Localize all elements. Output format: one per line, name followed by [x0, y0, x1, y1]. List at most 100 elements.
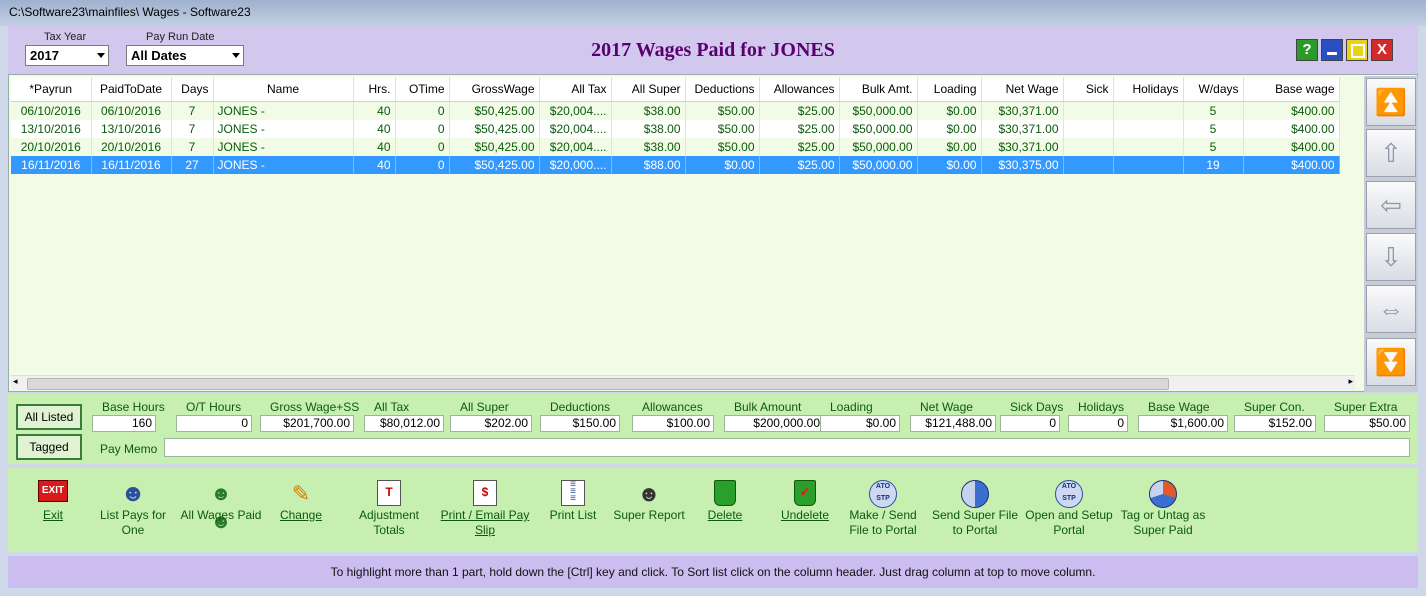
down-icon[interactable]: ⇩	[1366, 233, 1416, 281]
table-cell: $400.00	[1243, 156, 1340, 174]
column-header[interactable]: Sick	[1063, 77, 1114, 102]
column-header[interactable]: All Tax	[539, 77, 612, 102]
total-label: Super Extra	[1334, 400, 1398, 414]
bottom-icon[interactable]: ⏬	[1366, 338, 1416, 386]
ato-setup-button[interactable]: ATO STP Open and Setup Portal	[1024, 468, 1114, 552]
table-cell: $25.00	[759, 138, 840, 156]
horizontal-scrollbar[interactable]: ◂ ▸	[11, 375, 1355, 390]
table-cell: $400.00	[1243, 138, 1340, 156]
toolbar-label: Undelete	[780, 508, 830, 522]
column-header[interactable]: GrossWage	[449, 77, 540, 102]
column-header[interactable]: All Super	[611, 77, 686, 102]
table-cell: $50,425.00	[449, 101, 540, 120]
table-cell: $400.00	[1243, 101, 1340, 120]
wages-grid: *Payrun PaidToDate Days Name Hrs. OTime GrossW…	[8, 74, 1418, 392]
table-cell: $38.00	[611, 101, 686, 120]
column-header[interactable]: OTime	[395, 77, 450, 102]
toolbar-label: Tag or Untag as Super Paid	[1120, 508, 1206, 537]
print-list-icon: ≡ ≡ ≡	[558, 480, 588, 508]
toolbar-label: All Wages Paid	[180, 508, 262, 522]
close-button[interactable]: X	[1371, 39, 1393, 61]
person-icon: ☻	[120, 480, 146, 507]
header-bar: Tax Year 2017 Pay Run Date All Dates 201…	[8, 26, 1418, 74]
total-value: 0	[1000, 415, 1060, 432]
column-header[interactable]: Loading	[917, 77, 982, 102]
tagged-button[interactable]: Tagged	[16, 434, 82, 460]
table-cell: $50,000.00	[839, 120, 918, 138]
super-portal-button[interactable]: Send Super File to Portal	[930, 468, 1020, 552]
table-cell: JONES -	[213, 101, 354, 120]
total-value: 0	[1068, 415, 1128, 432]
table-cell: JONES -	[213, 156, 354, 174]
table-row[interactable]: 16/11/2016 16/11/2016 27 JONES -40 0 $50,425.…	[11, 156, 1340, 174]
action-toolbar: EXIT Exit ☻ List Pays for One ☻☻ All Wages Pa…	[8, 468, 1418, 552]
table-cell	[1063, 138, 1114, 156]
table-cell: $38.00	[611, 138, 686, 156]
column-header[interactable]: Allowances	[759, 77, 840, 102]
scroll-left-icon[interactable]: ◂	[13, 376, 18, 387]
column-header[interactable]: Deductions	[685, 77, 760, 102]
minimize-button[interactable]	[1321, 39, 1343, 61]
pencil-button[interactable]: ✎ Change	[256, 468, 346, 552]
table-cell	[1063, 156, 1114, 174]
total-value: $50.00	[1324, 415, 1410, 432]
total-value: $80,012.00	[364, 415, 444, 432]
column-header[interactable]: Net Wage	[981, 77, 1064, 102]
left-right-icon[interactable]: ⇔	[1366, 285, 1416, 333]
column-header[interactable]: Base wage	[1243, 77, 1340, 102]
column-header[interactable]: W/days	[1183, 77, 1244, 102]
people-button[interactable]: ☻☻ All Wages Paid	[176, 468, 266, 552]
column-header[interactable]: Days	[171, 77, 214, 102]
scroll-right-icon[interactable]: ▸	[1348, 376, 1353, 387]
table-cell: $25.00	[759, 101, 840, 120]
total-label: Holidays	[1078, 400, 1125, 414]
table-cell: $50,425.00	[449, 156, 540, 174]
toolbar-label: Adjustment Totals	[358, 508, 420, 537]
table-cell	[1063, 101, 1114, 120]
report-icon: ☻	[637, 481, 661, 506]
total-value: $1,600.00	[1138, 415, 1228, 432]
table-cell: $50,425.00	[449, 120, 540, 138]
help-button[interactable]: ?	[1296, 39, 1318, 61]
table-cell: 27	[171, 156, 214, 174]
table-cell: $25.00	[759, 156, 840, 174]
document-button[interactable]: T Adjustment Totals	[344, 468, 434, 552]
window-title: C:\Software23\mainfiles\ Wages - Softwar…	[9, 5, 251, 19]
tag-super-button[interactable]: Tag or Untag as Super Paid	[1118, 468, 1208, 552]
trash-button[interactable]: Delete	[680, 468, 770, 552]
total-label: Super Con.	[1244, 400, 1305, 414]
ato-stp-button[interactable]: ATO STP Make / Send File to Portal	[838, 468, 928, 552]
table-cell: $50.00	[685, 138, 760, 156]
column-header[interactable]: *Payrun	[11, 77, 92, 102]
total-value: $200,000.00	[724, 415, 824, 432]
total-label: Loading	[830, 400, 873, 414]
column-header[interactable]: Name	[213, 77, 354, 102]
totals-panel: All Listed Tagged Base Hours 160 O/T Hours…	[8, 394, 1418, 464]
column-header[interactable]: Hrs.	[353, 77, 396, 102]
total-value: $202.00	[450, 415, 532, 432]
up-icon[interactable]: ⇧	[1366, 129, 1416, 177]
status-bar: To highlight more than 1 part, hold down…	[8, 556, 1418, 588]
person-button[interactable]: ☻ List Pays for One	[88, 468, 178, 552]
ato-setup-icon: ATO STP	[1054, 480, 1084, 508]
column-header[interactable]: PaidToDate	[91, 77, 172, 102]
left-icon[interactable]: ⇦	[1366, 181, 1416, 229]
total-label: Bulk Amount	[734, 400, 802, 414]
top-icon[interactable]: ⏫	[1366, 78, 1416, 126]
scrollbar-thumb[interactable]	[27, 378, 1169, 390]
table-row[interactable]: 20/10/2016 20/10/2016 7 JONES -40 0 $50,425.0…	[11, 138, 1340, 156]
column-header[interactable]: Bulk Amt.	[839, 77, 918, 102]
minimize-icon	[1327, 52, 1337, 55]
table-cell: $20,000....	[539, 156, 612, 174]
table-row[interactable]: 13/10/2016 13/10/2016 7 JONES -40 0 $50,425.0…	[11, 120, 1340, 138]
table-cell: $50,000.00	[839, 138, 918, 156]
all-listed-button[interactable]: All Listed	[16, 404, 82, 430]
column-header[interactable]: Holidays	[1113, 77, 1184, 102]
table-row[interactable]: 06/10/2016 06/10/2016 7 JONES -40 0 $50,425.0…	[11, 101, 1340, 120]
payslip-button[interactable]: $ Print / Email Pay Slip	[440, 468, 530, 552]
table-cell: 13/10/2016	[11, 120, 92, 138]
pay-memo-input[interactable]	[164, 438, 1410, 457]
undelete-button[interactable]: ✔ Undelete	[760, 468, 850, 552]
maximize-button[interactable]	[1346, 39, 1368, 61]
exit-button[interactable]: EXIT Exit	[8, 468, 98, 552]
